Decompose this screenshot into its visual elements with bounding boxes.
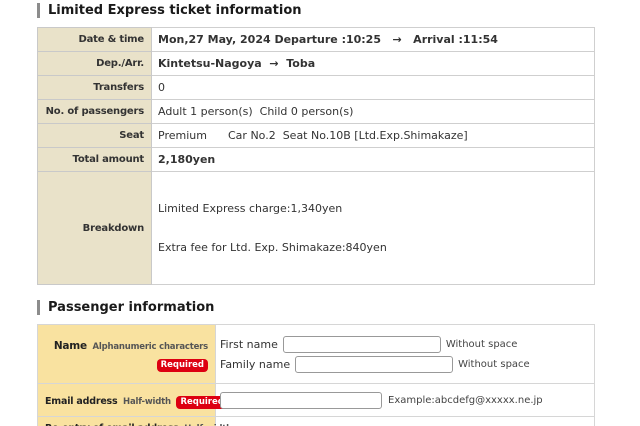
- name-fields-cell: First name Without space Family name Wit…: [215, 324, 595, 384]
- row-value: 0: [151, 75, 595, 100]
- ticket-section-heading: Limited Express ticket information: [37, 3, 597, 18]
- family-name-label: Family name: [220, 357, 291, 371]
- row-value: Adult 1 person(s) Child 0 person(s): [151, 99, 595, 124]
- table-row-date-time: Date & time Mon,27 May, 2024 Departure :…: [37, 27, 595, 52]
- first-name-input[interactable]: [282, 335, 441, 353]
- row-value: 2,180yen: [151, 147, 595, 172]
- first-name-label: First name: [220, 337, 278, 351]
- table-row-breakdown: Breakdown Limited Express charge:1,340ye…: [37, 171, 595, 285]
- row-value: Kintetsu-Nagoya → Toba: [151, 51, 595, 76]
- table-row-dep-arr: Dep./Arr. Kintetsu-Nagoya → Toba: [37, 51, 595, 76]
- passenger-form-table: Name Alphanumeric characters Required Fi…: [37, 324, 595, 426]
- breakdown-line-2: Extra fee for Ltd. Exp. Shimakaze:840yen: [158, 241, 387, 254]
- email-reentry-label-cell: Re-entry of email address Half-width Req…: [37, 416, 232, 426]
- email-label: Email address: [45, 395, 118, 407]
- name-label-note: Alphanumeric characters: [92, 341, 209, 352]
- breakdown-line-1: Limited Express charge:1,340yen: [158, 202, 343, 215]
- row-value: Mon,27 May, 2024 Departure :10:25 → Arri…: [151, 27, 595, 52]
- table-row-transfers: Transfers 0: [37, 75, 595, 100]
- email-input[interactable]: [220, 391, 382, 409]
- row-label: Date & time: [37, 27, 152, 52]
- first-name-note: Without space: [445, 338, 518, 350]
- form-row-email: Email address Half-width Required Exampl…: [37, 383, 595, 417]
- family-name-input[interactable]: [295, 355, 454, 373]
- booking-page: Limited Express ticket information Date …: [0, 0, 640, 426]
- row-label: Dep./Arr.: [37, 51, 152, 76]
- row-label: Breakdown: [37, 171, 152, 285]
- email-example: Example:abcdefg@xxxxx.ne.jp: [388, 394, 543, 406]
- form-row-email-reentry: Re-entry of email address Half-width Req…: [37, 416, 595, 426]
- email-label-cell: Email address Half-width Required: [37, 383, 228, 417]
- seat-class: Premium: [158, 129, 207, 142]
- email-field-cell: Example:abcdefg@xxxxx.ne.jp: [215, 383, 595, 417]
- table-row-total-amount: Total amount 2,180yen: [37, 147, 595, 172]
- row-value: Premium Car No.2 Seat No.10B [Ltd.Exp.Shi…: [151, 123, 595, 148]
- row-label: Transfers: [37, 75, 152, 100]
- row-label: No. of passengers: [37, 99, 152, 124]
- table-row-passengers: No. of passengers Adult 1 person(s) Chil…: [37, 99, 595, 124]
- ticket-info-table: Date & time Mon,27 May, 2024 Departure :…: [37, 27, 595, 285]
- email-label-note: Half-width: [123, 396, 171, 407]
- row-label: Total amount: [37, 147, 152, 172]
- row-value: Limited Express charge:1,340yen Extra fe…: [151, 171, 595, 285]
- required-badge: Required: [156, 358, 208, 372]
- form-row-name: Name Alphanumeric characters Required Fi…: [37, 324, 595, 384]
- seat-detail: Car No.2 Seat No.10B [Ltd.Exp.Shimakaze]: [228, 129, 468, 142]
- passenger-section-heading: Passenger information: [37, 300, 597, 315]
- name-label-cell: Name Alphanumeric characters Required: [37, 324, 216, 384]
- email-reentry-field-cell: Example:abcdefg@xxxxx.ne.jp: [215, 416, 595, 426]
- family-name-note: Without space: [458, 358, 530, 370]
- row-label: Seat: [37, 123, 152, 148]
- table-row-seat: Seat Premium Car No.2 Seat No.10B [Ltd.Ex…: [37, 123, 595, 148]
- name-label: Name: [53, 339, 87, 352]
